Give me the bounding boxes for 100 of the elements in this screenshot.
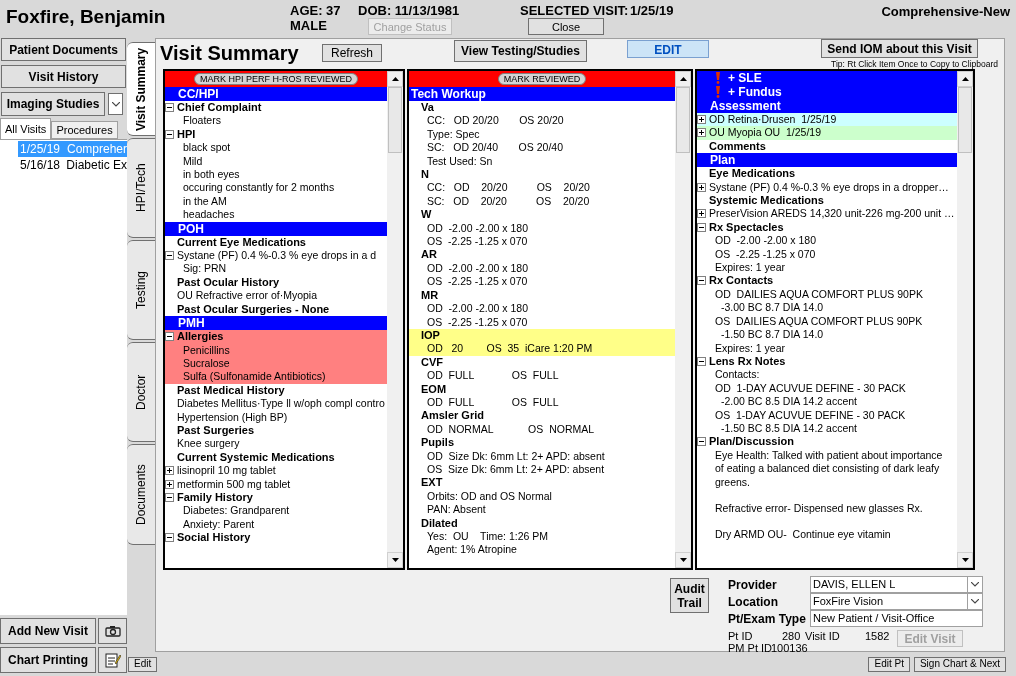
page-title: Visit Summary bbox=[159, 41, 300, 66]
list-item: Expires: 1 year bbox=[714, 341, 786, 355]
collapse-icon[interactable] bbox=[697, 222, 706, 232]
scrollbar[interactable] bbox=[675, 71, 691, 568]
list-item: OS -2.25 -1.25 x 070 bbox=[714, 247, 816, 262]
collapse-icon[interactable] bbox=[165, 332, 174, 342]
list-item: Floaters bbox=[182, 114, 221, 128]
side-tab[interactable]: Testing bbox=[127, 240, 155, 340]
list-item: -2.00 BC 8.5 DIA 14.2 accent bbox=[720, 395, 857, 409]
collapse-icon[interactable] bbox=[165, 492, 174, 502]
section-heading: N bbox=[420, 168, 429, 182]
scroll-up-button[interactable] bbox=[675, 71, 691, 87]
list-item: OD -2.00 -2.00 x 180 bbox=[714, 234, 816, 248]
scrollbar-thumb[interactable] bbox=[676, 87, 690, 153]
list-item: Yes: OU Time: 1:26 PM bbox=[426, 530, 548, 544]
visit-row[interactable]: 5/16/18 Diabetic Ex bbox=[18, 157, 127, 173]
patient-name: Foxfire, Benjamin bbox=[5, 5, 167, 29]
refresh-button[interactable]: Refresh bbox=[322, 44, 382, 62]
collapse-icon[interactable] bbox=[697, 356, 706, 366]
down-arrow-icon bbox=[961, 558, 969, 562]
list-item: OD NORMAL OS NORMAL bbox=[426, 422, 595, 437]
section-heading: Rx Spectacles bbox=[708, 220, 784, 235]
edit-button[interactable]: EDIT bbox=[627, 40, 709, 58]
patient-sex: MALE bbox=[290, 18, 328, 33]
section-heading: Social History bbox=[176, 531, 251, 545]
collapse-icon[interactable] bbox=[165, 103, 174, 112]
list-item: Contacts: bbox=[714, 368, 760, 382]
scrollbar[interactable] bbox=[387, 71, 403, 568]
list-item: Systane (PF) 0.4 %-0.3 % eye drops in a dropper… bbox=[708, 180, 949, 195]
section-heading: Pupils bbox=[420, 436, 454, 450]
scroll-down-button[interactable] bbox=[387, 552, 403, 568]
list-item: OU Refractive error of·Myopia bbox=[176, 289, 318, 303]
audit-trail-button[interactable]: Audit Trail bbox=[670, 578, 709, 613]
scroll-up-button[interactable] bbox=[957, 71, 973, 87]
chart-printing-button[interactable]: Chart Printing bbox=[0, 647, 96, 673]
side-tab[interactable]: Documents bbox=[127, 444, 155, 545]
visits-tab[interactable]: All Visits bbox=[0, 118, 52, 139]
mark-reviewed-button[interactable]: MARK HPI PERF H-ROS REVIEWED bbox=[194, 73, 358, 85]
camera-button[interactable] bbox=[98, 618, 127, 644]
field-label: Location bbox=[728, 593, 779, 611]
expand-icon[interactable] bbox=[697, 209, 706, 219]
edit-small-button[interactable]: Edit bbox=[128, 656, 158, 672]
section-header: PMH bbox=[165, 316, 387, 331]
add-new-visit-button[interactable]: Add New Visit bbox=[0, 618, 96, 644]
list-item: Penicillins bbox=[182, 343, 230, 357]
side-tab[interactable]: HPI/Tech bbox=[127, 138, 155, 238]
up-arrow-icon bbox=[391, 77, 399, 81]
scroll-down-button[interactable] bbox=[957, 552, 973, 568]
scrollbar-thumb[interactable] bbox=[958, 87, 972, 153]
patient-documents-button[interactable]: Patient Documents bbox=[1, 38, 126, 61]
edit-patient-button[interactable]: Edit Pt bbox=[868, 656, 910, 672]
list-item: OS Size Dk: 6mm Lt: 2+ APD: absent bbox=[426, 462, 605, 477]
dropdown-button[interactable] bbox=[967, 594, 982, 609]
up-arrow-icon bbox=[679, 77, 687, 81]
notes-button[interactable] bbox=[98, 647, 127, 673]
side-tab[interactable]: Visit Summary bbox=[127, 42, 155, 136]
send-iom-button[interactable]: Send IOM about this Visit bbox=[821, 39, 978, 58]
scrollbar-thumb[interactable] bbox=[388, 87, 402, 153]
list-item: OU Myopia OU 1/25/19 bbox=[708, 126, 822, 140]
collapse-icon[interactable] bbox=[165, 129, 174, 139]
section-heading: Plan/Discussion bbox=[708, 435, 794, 449]
collapse-icon[interactable] bbox=[165, 251, 174, 261]
visit-type: Comprehensive-New bbox=[881, 3, 1011, 19]
section-heading: Current Systemic Medications bbox=[176, 450, 335, 465]
visit-history-button[interactable]: Visit History bbox=[1, 65, 126, 88]
expand-icon[interactable] bbox=[165, 479, 174, 489]
list-item: OD -2.00 -2.00 x 180 bbox=[426, 302, 528, 316]
scrollbar[interactable] bbox=[957, 71, 973, 568]
side-tab[interactable]: Doctor bbox=[127, 342, 155, 442]
down-arrow-icon bbox=[391, 558, 399, 562]
dropdown-button[interactable] bbox=[108, 93, 123, 115]
section-header: CC/HPI bbox=[165, 87, 387, 101]
dropdown-field[interactable]: DAVIS, ELLEN L bbox=[810, 576, 983, 593]
close-button[interactable]: Close bbox=[528, 18, 604, 35]
scroll-down-button[interactable] bbox=[675, 552, 691, 568]
view-testing-button[interactable]: View Testing/Studies bbox=[454, 40, 587, 62]
expand-icon[interactable] bbox=[697, 182, 706, 192]
text-field[interactable]: New Patient / Visit-Office bbox=[810, 610, 983, 627]
collapse-icon[interactable] bbox=[165, 533, 174, 543]
list-item: OD FULL OS FULL bbox=[426, 369, 559, 383]
collapse-icon[interactable] bbox=[697, 276, 706, 286]
expand-icon[interactable] bbox=[165, 466, 174, 476]
list-item: CC: OD 20/20 OS 20/20 bbox=[426, 114, 564, 128]
sign-chart-button[interactable]: Sign Chart & Next bbox=[913, 656, 1006, 672]
dropdown-button[interactable] bbox=[967, 577, 982, 592]
list-item: Mild bbox=[182, 154, 203, 169]
list-item: Agent: 1% Atropine bbox=[426, 543, 517, 557]
dropdown-field[interactable]: FoxFire Vision bbox=[810, 593, 983, 610]
section-header: Assessment bbox=[697, 99, 957, 113]
collapse-icon[interactable] bbox=[697, 437, 706, 447]
expand-icon[interactable] bbox=[697, 115, 706, 124]
visits-tab[interactable]: Procedures bbox=[51, 121, 118, 139]
section-heading: Past Surgeries bbox=[176, 423, 255, 438]
expand-icon[interactable] bbox=[697, 128, 706, 138]
imaging-studies-button[interactable]: Imaging Studies bbox=[1, 92, 105, 116]
list-item: OD 20 OS 35 iCare 1:20 PM bbox=[426, 342, 593, 356]
scroll-up-button[interactable] bbox=[387, 71, 403, 87]
mark-reviewed-button[interactable]: MARK REVIEWED bbox=[497, 73, 587, 85]
id-value: 100136 bbox=[771, 642, 808, 654]
section-heading: Dilated bbox=[420, 516, 458, 530]
